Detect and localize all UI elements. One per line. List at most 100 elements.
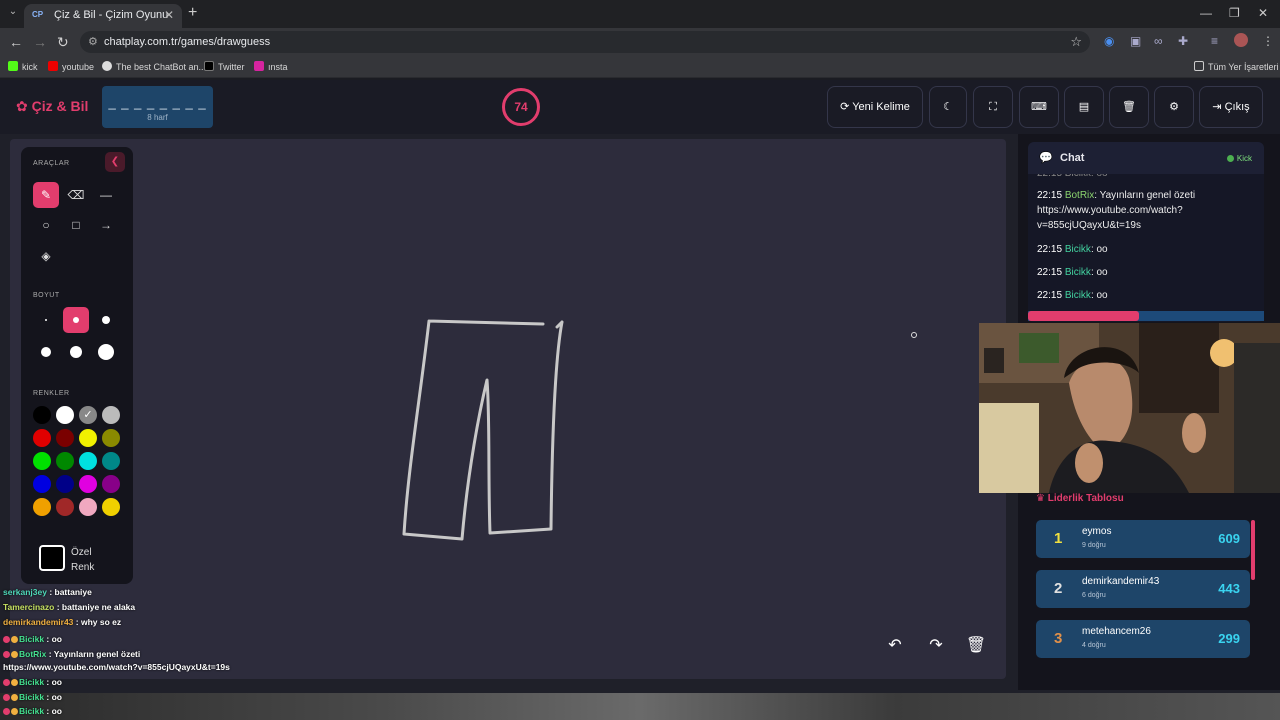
bookmark-twitter[interactable]: Twitter	[204, 61, 245, 72]
badge-icon	[11, 636, 18, 643]
rectangle-tool[interactable]: □	[63, 212, 89, 238]
bookmark-kick[interactable]: kick	[8, 61, 38, 72]
exit-button[interactable]: ⇥ Çıkış	[1199, 86, 1263, 128]
close-window-icon[interactable]: ✕	[1258, 6, 1268, 20]
bookmark-star-icon[interactable]: ☆	[1070, 34, 1082, 50]
drawing-canvas[interactable]	[10, 139, 1006, 679]
reload-icon[interactable]: ↻	[57, 34, 69, 51]
color-swatch[interactable]	[33, 429, 51, 447]
chatbot-icon	[102, 61, 112, 71]
size-3[interactable]	[93, 307, 119, 333]
archive-icon: ▤	[1078, 101, 1090, 113]
redo-button[interactable]: ↷	[921, 631, 951, 661]
line-tool[interactable]: —	[93, 182, 119, 208]
forward-icon[interactable]: →	[33, 34, 47, 50]
settings-button[interactable]: ⚙	[1154, 86, 1194, 128]
extension-icon[interactable]: ▣	[1130, 34, 1141, 48]
color-swatch[interactable]	[33, 475, 51, 493]
overlay-chat-user: Tamercinazo	[3, 602, 55, 612]
extensions-puzzle-icon[interactable]: ✚	[1178, 34, 1188, 48]
overlay-chat-text: : oo	[44, 677, 62, 687]
custom-color-button[interactable]	[39, 545, 65, 571]
color-swatch[interactable]	[79, 498, 97, 516]
all-bookmarks[interactable]: Tüm Yer İşaretleri	[1194, 61, 1279, 72]
bookmarks-bar: kick youtube The best ChatBot an... Twit…	[0, 56, 1280, 78]
extension-icon[interactable]: ∞	[1154, 34, 1163, 48]
size-1[interactable]	[33, 307, 59, 333]
bookmark-insta[interactable]: ınsta	[254, 61, 288, 72]
reading-list-icon[interactable]: ≡	[1211, 34, 1218, 48]
size-2[interactable]	[63, 307, 89, 333]
word-dashes: _ _ _ _ _ _ _ _	[108, 95, 207, 110]
minimize-icon[interactable]: —	[1200, 6, 1212, 20]
color-swatch[interactable]	[79, 429, 97, 447]
size-4[interactable]	[33, 339, 59, 365]
collapse-panel-button[interactable]: ❮	[105, 152, 125, 172]
fullscreen-button[interactable]: ⛶	[973, 86, 1013, 128]
chat-message: 22:15 Bicikk: oo	[1037, 267, 1108, 278]
color-swatch[interactable]	[56, 406, 74, 424]
fill-bucket-tool[interactable]: ◈	[33, 243, 59, 269]
overlay-chat-user: demirkandemir43	[3, 617, 74, 627]
overlay-chat-user: Bicikk	[19, 692, 45, 702]
arrow-tool[interactable]: →	[93, 212, 119, 238]
color-swatch[interactable]	[102, 429, 120, 447]
circle-tool[interactable]: ○	[33, 212, 59, 238]
tools-heading: ARAÇLAR	[33, 160, 70, 167]
chat-header: 💬 Chat Kick	[1028, 142, 1264, 174]
undo-button[interactable]: ↶	[880, 631, 910, 661]
overlay-chat-line: BotRix : Yayınların genel özeti	[3, 649, 140, 659]
color-swatch[interactable]	[102, 475, 120, 493]
leaderboard-scrollbar[interactable]	[1251, 520, 1255, 580]
color-swatch[interactable]: ✓	[79, 406, 97, 424]
badge-icon	[11, 694, 18, 701]
leaderboard-row: 2 demirkandemir43 6 doğru 443	[1036, 570, 1250, 608]
back-icon[interactable]: ←	[9, 34, 23, 50]
x-icon	[204, 61, 214, 71]
extension-icon[interactable]: ◉	[1104, 34, 1114, 48]
new-word-button[interactable]: ⟳ Yeni Kelime	[827, 86, 923, 128]
url-text: chatplay.com.tr/games/drawguess	[104, 36, 271, 48]
color-swatch[interactable]	[102, 406, 120, 424]
size-6[interactable]	[93, 339, 119, 365]
color-swatch[interactable]	[79, 452, 97, 470]
leaderboard-row: 3 metehancem26 4 doğru 299	[1036, 620, 1250, 658]
keyboard-button[interactable]: ⌨	[1019, 86, 1059, 128]
palette-icon: ✿	[16, 98, 28, 114]
omnibox[interactable]: ⚙ chatplay.com.tr/games/drawguess ☆	[80, 31, 1090, 53]
instagram-icon	[254, 61, 264, 71]
color-swatch[interactable]	[56, 452, 74, 470]
tab-search-icon[interactable]: ⌄	[6, 6, 20, 20]
overlay-chat-user: Bicikk	[19, 677, 45, 687]
color-swatch[interactable]	[102, 498, 120, 516]
bookmark-chatbot[interactable]: The best ChatBot an...	[102, 61, 206, 72]
tab-close-icon[interactable]: ✕	[164, 8, 174, 22]
color-swatch[interactable]	[33, 452, 51, 470]
archive-button[interactable]: ▤	[1064, 86, 1104, 128]
pen-tool[interactable]: ✎	[33, 182, 59, 208]
menu-kebab-icon[interactable]: ⋮	[1262, 34, 1274, 48]
color-swatch[interactable]	[56, 429, 74, 447]
dark-mode-button[interactable]: ☾	[929, 86, 967, 128]
badge-icon	[3, 708, 10, 715]
delete-button[interactable]: 🗑	[1109, 86, 1149, 128]
color-swatch[interactable]	[56, 498, 74, 516]
overlay-chat-line: https://www.youtube.com/watch?v=855cjUQa…	[3, 662, 230, 672]
profile-avatar[interactable]	[1234, 33, 1248, 47]
size-5[interactable]	[63, 339, 89, 365]
eraser-tool[interactable]: ⌫	[63, 182, 89, 208]
clear-canvas-button[interactable]: 🗑	[961, 631, 991, 661]
browser-tab[interactable]: CP Çiz & Bil - Çizim Oyunu ✕	[24, 4, 182, 28]
new-tab-button[interactable]: +	[188, 4, 197, 22]
color-swatch[interactable]	[33, 498, 51, 516]
color-swatch[interactable]	[33, 406, 51, 424]
folder-icon	[1194, 61, 1204, 71]
stream-background	[0, 693, 1280, 720]
chat-bubble-icon: 💬	[1039, 152, 1053, 164]
color-swatch[interactable]	[102, 452, 120, 470]
bookmark-youtube[interactable]: youtube	[48, 61, 94, 72]
color-swatch[interactable]	[79, 475, 97, 493]
site-info-icon[interactable]: ⚙	[88, 35, 98, 48]
maximize-icon[interactable]: ❐	[1229, 6, 1240, 20]
color-swatch[interactable]	[56, 475, 74, 493]
